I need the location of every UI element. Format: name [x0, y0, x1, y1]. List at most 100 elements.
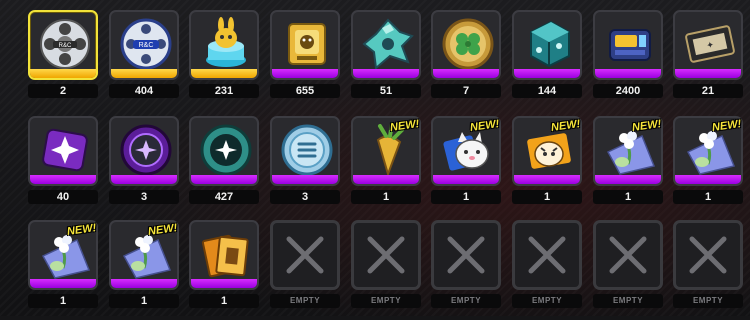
item-count: 1	[351, 190, 421, 204]
inventory-slot[interactable]: ✦ 21	[673, 10, 743, 110]
rarity-bar-purple	[433, 175, 499, 184]
selected-item-card[interactable]: R&C	[28, 10, 98, 80]
purple-coin-icon	[118, 122, 174, 178]
rarity-bar-purple	[30, 175, 96, 184]
inventory-slot[interactable]: NEW! 1	[28, 220, 98, 320]
empty-label: EMPTY	[351, 294, 421, 308]
inventory-slot[interactable]: NEW! 1	[673, 116, 743, 216]
item-card[interactable]	[431, 10, 501, 80]
rarity-bar-purple	[675, 175, 741, 184]
item-count: 1	[673, 190, 743, 204]
inventory-slot[interactable]: NEW! 1	[351, 116, 421, 216]
item-card[interactable]	[189, 116, 259, 186]
item-count: 7	[431, 84, 501, 98]
item-count: 404	[109, 84, 179, 98]
rarity-bar-purple	[272, 175, 338, 184]
inventory-slot[interactable]: 144	[512, 10, 582, 110]
inventory-slot[interactable]: 2400	[593, 10, 663, 110]
empty-x-icon	[688, 235, 728, 275]
item-card[interactable]: ✦	[673, 10, 743, 80]
rarity-bar-purple	[191, 175, 257, 184]
teal-die-icon	[521, 16, 577, 72]
item-count: 21	[673, 84, 743, 98]
empty-slot: EMPTY	[673, 220, 743, 320]
rarity-bar-purple	[191, 279, 257, 288]
item-count: 1	[512, 190, 582, 204]
star-chip-icon	[37, 122, 93, 178]
item-card	[593, 220, 663, 290]
rarity-bar-gold	[191, 69, 257, 78]
item-card[interactable]	[189, 10, 259, 80]
item-card[interactable]	[109, 116, 179, 186]
item-count: 1	[593, 190, 663, 204]
item-count: 427	[189, 190, 259, 204]
item-count: 231	[189, 84, 259, 98]
rarity-bar-purple	[30, 279, 96, 288]
empty-slot: EMPTY	[512, 220, 582, 320]
empty-slot: EMPTY	[593, 220, 663, 320]
item-count: 51	[351, 84, 421, 98]
inventory-slot[interactable]: 51	[351, 10, 421, 110]
empty-x-icon	[366, 235, 406, 275]
item-card[interactable]	[270, 10, 340, 80]
rarity-bar-purple	[353, 175, 419, 184]
item-count: 144	[512, 84, 582, 98]
empty-slot: EMPTY	[431, 220, 501, 320]
empty-label: EMPTY	[593, 294, 663, 308]
empty-slot: EMPTY	[351, 220, 421, 320]
item-card	[673, 220, 743, 290]
svg-text:R&C: R&C	[139, 42, 154, 49]
inventory-slot[interactable]: NEW! 1	[593, 116, 663, 216]
inventory-slot[interactable]: 3	[109, 116, 179, 216]
dark-ticket-icon: ✦	[682, 16, 738, 72]
inventory-slot[interactable]: R&C 404	[109, 10, 179, 110]
inventory-slot[interactable]: NEW! 1	[431, 116, 501, 216]
inventory-slot[interactable]: 40	[28, 116, 98, 216]
item-count: 1	[189, 294, 259, 308]
item-card	[431, 220, 501, 290]
item-card[interactable]: R&C	[109, 10, 179, 80]
inventory-slot[interactable]: 3	[270, 116, 340, 216]
empty-x-icon	[285, 235, 325, 275]
svg-text:R&C: R&C	[59, 43, 72, 49]
inventory-slot[interactable]: 427	[189, 116, 259, 216]
inventory-grid: R&C 2 R&C 404 231 655 51 7 144 2400 ✦ 21 40 3 427 3 NEW!…	[0, 0, 750, 316]
item-card[interactable]	[28, 116, 98, 186]
item-count: 40	[28, 190, 98, 204]
empty-x-icon	[527, 235, 567, 275]
gold-cube-icon	[279, 16, 335, 72]
bunny-trophy-icon	[198, 16, 254, 72]
rarity-bar-purple	[353, 69, 419, 78]
blue-film-reel-icon: R&C	[118, 16, 174, 72]
inventory-slot[interactable]: NEW! 1	[109, 220, 179, 320]
teal-cog-coin-icon	[198, 122, 254, 178]
item-card[interactable]	[351, 10, 421, 80]
silver-coin-icon	[279, 122, 335, 178]
item-card[interactable]	[593, 10, 663, 80]
rarity-bar-purple	[514, 69, 580, 78]
item-card[interactable]	[270, 116, 340, 186]
item-count: 1	[109, 294, 179, 308]
item-count: 2400	[593, 84, 663, 98]
empty-label: EMPTY	[673, 294, 743, 308]
rarity-bar-purple	[595, 69, 661, 78]
teal-gear-shard-icon	[360, 16, 416, 72]
inventory-slot[interactable]: 7	[431, 10, 501, 110]
inventory-slot[interactable]: NEW! 1	[512, 116, 582, 216]
rarity-bar-purple	[111, 175, 177, 184]
empty-label: EMPTY	[431, 294, 501, 308]
inventory-slot[interactable]: R&C 2	[28, 10, 98, 110]
rarity-bar-gold	[30, 69, 96, 78]
inventory-slot[interactable]: 1	[189, 220, 259, 320]
empty-label: EMPTY	[512, 294, 582, 308]
rarity-bar-purple	[433, 69, 499, 78]
item-count: 655	[270, 84, 340, 98]
inventory-slot[interactable]: 231	[189, 10, 259, 110]
item-card[interactable]	[512, 10, 582, 80]
item-card[interactable]	[189, 220, 259, 290]
item-card	[512, 220, 582, 290]
orange-tickets-icon	[198, 226, 254, 282]
item-count: 3	[270, 190, 340, 204]
inventory-slot[interactable]: 655	[270, 10, 340, 110]
item-count: 3	[109, 190, 179, 204]
